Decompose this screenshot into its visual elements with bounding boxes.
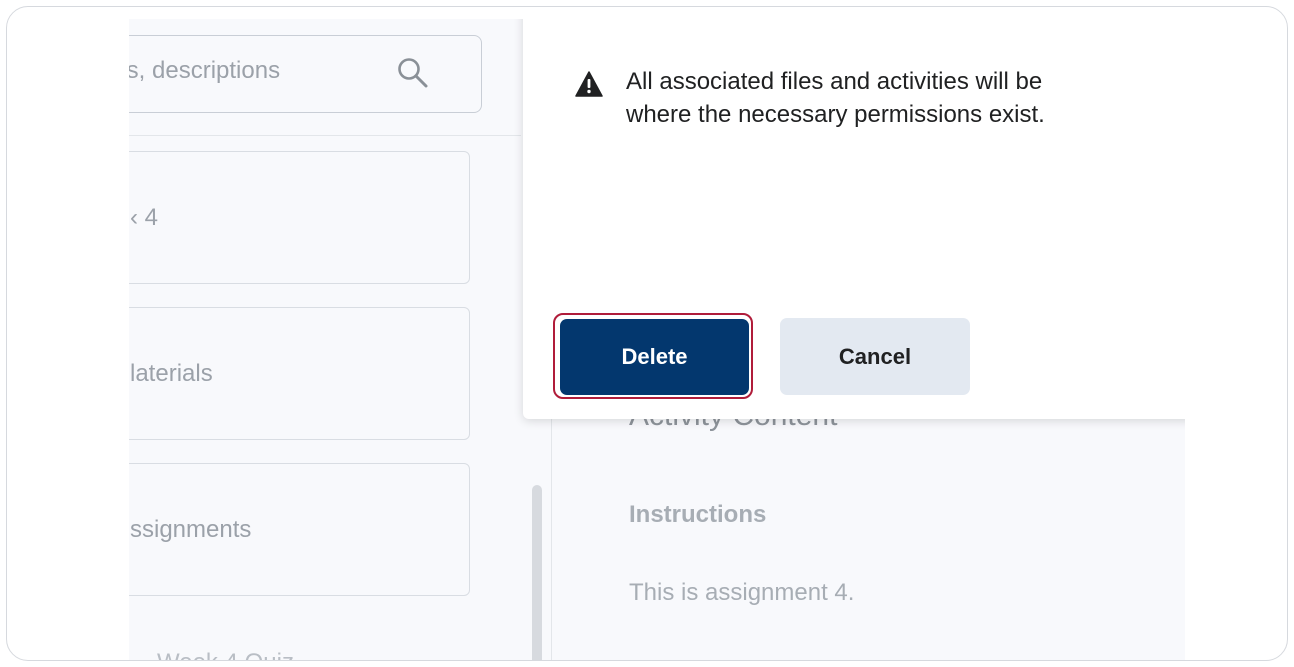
search-placeholder: les, descriptions [129,57,281,84]
cancel-button[interactable]: Cancel [780,318,970,395]
delete-confirm-dialog: All associated files and activities will… [523,19,1185,419]
search-input[interactable]: les, descriptions [129,35,482,113]
dialog-message-line-1: All associated files and activities will… [626,68,1043,95]
divider [129,135,521,136]
dialog-message-line-2: where the necessary permissions exist. [626,101,1045,128]
dialog-message: All associated files and activities will… [626,65,1185,131]
module-list-pane: les, descriptions ‹ 4 laterials ssignmen… [129,19,521,660]
module-item-label: ssignments [130,515,252,543]
delete-button[interactable]: Delete [560,319,749,395]
screenshot-frame: les, descriptions ‹ 4 laterials ssignmen… [6,6,1288,661]
scrollbar-thumb[interactable] [532,485,542,660]
module-item-label: ‹ 4 [130,203,159,231]
warning-icon [575,71,603,97]
instructions-heading: Instructions [629,501,767,528]
module-item-week-4[interactable]: ‹ 4 [129,151,470,284]
module-item-label: laterials [130,359,213,387]
search-icon[interactable] [396,56,430,90]
module-item-assignments[interactable]: ssignments [129,463,470,596]
instructions-body: This is assignment 4. [629,579,855,606]
module-item-materials[interactable]: laterials [129,307,470,440]
quiz-item-label[interactable]: Week 4 Quiz [157,649,294,660]
app-viewport: les, descriptions ‹ 4 laterials ssignmen… [129,19,1185,660]
